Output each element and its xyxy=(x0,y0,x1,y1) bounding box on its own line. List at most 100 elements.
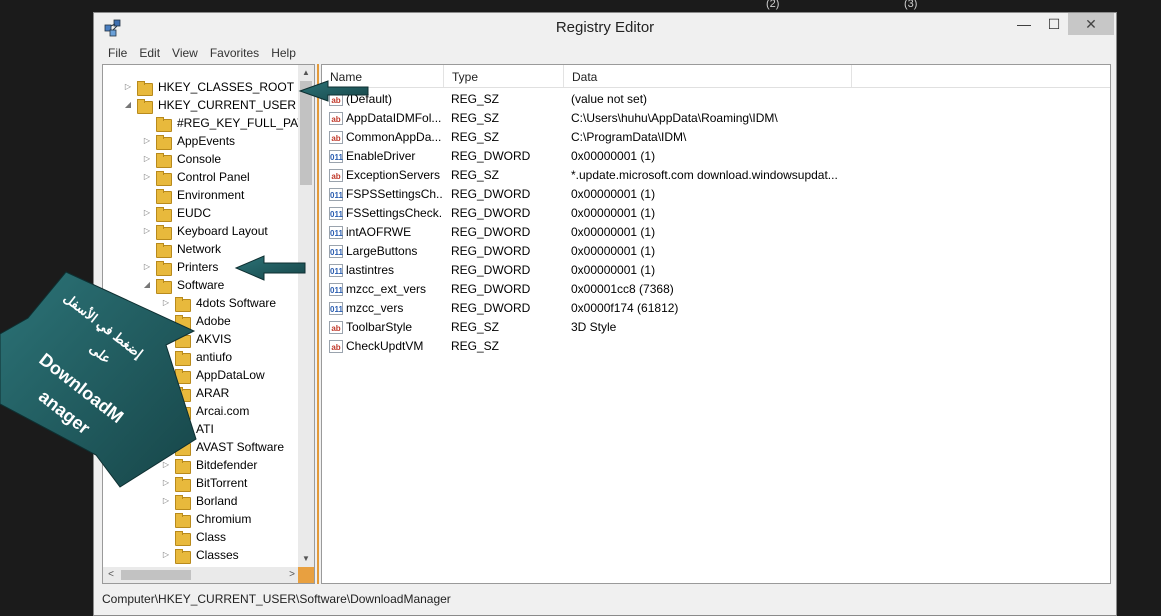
expander-icon[interactable]: ▷ xyxy=(161,420,171,438)
column-header-name[interactable]: Name xyxy=(322,65,444,87)
close-button[interactable]: ✕ xyxy=(1068,13,1114,35)
value-row[interactable]: 011 intAOFRWE REG_DWORD 0x00000001 (1) xyxy=(322,223,1110,242)
expander-icon[interactable]: ▷ xyxy=(161,294,171,312)
value-row[interactable]: 011 mzcc_ext_vers REG_DWORD 0x00001cc8 (736… xyxy=(322,280,1110,299)
expander-icon[interactable]: ▷ xyxy=(142,204,152,222)
tree-node[interactable]: ▷ ATI xyxy=(161,420,214,438)
value-row[interactable]: 011 EnableDriver REG_DWORD 0x00000001 (1) xyxy=(322,147,1110,166)
expander-icon[interactable]: ▷ xyxy=(161,366,171,384)
tree-node[interactable]: ▷ Keyboard Layout xyxy=(142,222,268,240)
tree-node[interactable]: ▷ EUDC xyxy=(142,204,211,222)
value-row[interactable]: 011 FSSettingsCheck... REG_DWORD 0x00000001… xyxy=(322,204,1110,223)
expander-icon[interactable]: ▷ xyxy=(161,474,171,492)
value-row[interactable]: ab (Default) REG_SZ (value not set) xyxy=(322,90,1110,109)
tree-node[interactable]: #REG_KEY_FULL_PATH xyxy=(142,114,300,132)
title-bar: Registry Editor — ☐ ✕ xyxy=(94,13,1116,43)
minimize-button[interactable]: — xyxy=(1012,13,1036,35)
tree-node[interactable]: ▷ Printers xyxy=(142,258,218,276)
tree-node[interactable]: Chromium xyxy=(161,510,251,528)
expander-icon[interactable]: ◢ xyxy=(142,276,152,294)
expander-icon[interactable]: ▷ xyxy=(161,492,171,510)
scroll-left-arrow-icon[interactable]: < xyxy=(103,567,119,583)
menu-edit[interactable]: Edit xyxy=(133,46,166,64)
tree-node[interactable]: ▷ 4dots Software xyxy=(161,294,276,312)
value-type: REG_SZ xyxy=(451,168,500,182)
tree-node[interactable]: ▷ AVAST Software xyxy=(161,438,284,456)
expander-icon[interactable]: ▷ xyxy=(161,330,171,348)
tree-node[interactable]: ▷ Bitdefender xyxy=(161,456,257,474)
folder-icon xyxy=(175,296,191,312)
tree-node[interactable]: Class xyxy=(161,528,226,546)
tree-node[interactable]: ▷ Borland xyxy=(161,492,237,510)
value-row[interactable]: ab CheckUpdtVM REG_SZ xyxy=(322,337,1110,356)
taskbar-count-3: (3) xyxy=(904,0,918,10)
tree-node[interactable]: ▷ Console xyxy=(142,150,221,168)
expander-icon[interactable]: ▷ xyxy=(142,258,152,276)
expander-icon[interactable]: ▷ xyxy=(161,546,171,564)
expander-icon[interactable]: ▷ xyxy=(161,384,171,402)
tree-node[interactable]: ▷ BitTorrent xyxy=(161,474,247,492)
expander-icon[interactable]: ▷ xyxy=(161,402,171,420)
values-list-pane: Name Type Data ab (Default) REG_SZ (value n… xyxy=(321,64,1111,584)
column-header-type[interactable]: Type xyxy=(444,65,564,87)
tree-node[interactable]: ▷ AppEvents xyxy=(142,132,235,150)
menu-file[interactable]: File xyxy=(102,46,133,64)
expander-icon[interactable]: ◢ xyxy=(123,96,133,114)
value-name: intAOFRWE xyxy=(346,225,412,239)
value-row[interactable]: 011 LargeButtons REG_DWORD 0x00000001 (1) xyxy=(322,242,1110,261)
tree-node[interactable]: ▷ HKEY_CLASSES_ROOT xyxy=(123,78,294,96)
tree-node[interactable]: ◢ HKEY_CURRENT_USER xyxy=(123,96,296,114)
menu-bar: File Edit View Favorites Help xyxy=(102,46,302,64)
list-header: Name Type Data xyxy=(322,65,1110,88)
expander-icon[interactable]: ▷ xyxy=(142,168,152,186)
expander-icon[interactable]: ▷ xyxy=(161,312,171,330)
expander-icon[interactable]: ▷ xyxy=(142,222,152,240)
expander-icon[interactable]: ▷ xyxy=(142,150,152,168)
folder-icon xyxy=(156,152,172,168)
tree-node[interactable]: ▷ AppDataLow xyxy=(161,366,265,384)
value-row[interactable]: 011 FSPSSettingsCh... REG_DWORD 0x00000001 … xyxy=(322,185,1110,204)
expander-icon[interactable]: ▷ xyxy=(161,456,171,474)
expander-icon[interactable]: ▷ xyxy=(123,78,133,96)
tree-node[interactable]: ▷ Classes xyxy=(161,546,239,564)
value-row[interactable]: ab ExceptionServers REG_SZ *.update.microso… xyxy=(322,166,1110,185)
tree-node[interactable]: Environment xyxy=(142,186,244,204)
value-row[interactable]: ab CommonAppDa... REG_SZ C:\ProgramData\IDM… xyxy=(322,128,1110,147)
folder-icon xyxy=(156,224,172,240)
value-name: EnableDriver xyxy=(346,149,416,163)
value-data: C:\ProgramData\IDM\ xyxy=(571,130,687,144)
binary-value-icon: 011 xyxy=(329,245,343,258)
tree-scroll-thumb[interactable] xyxy=(300,81,312,185)
maximize-button[interactable]: ☐ xyxy=(1042,13,1066,35)
value-data: 0x00000001 (1) xyxy=(571,263,656,277)
menu-help[interactable]: Help xyxy=(265,46,302,64)
expander-icon[interactable]: ▷ xyxy=(161,438,171,456)
value-type: REG_DWORD xyxy=(451,282,531,296)
tree-node[interactable]: Network xyxy=(142,240,221,258)
expander-icon[interactable]: ▷ xyxy=(142,132,152,150)
scroll-up-arrow-icon[interactable]: ▲ xyxy=(298,65,314,81)
column-header-data[interactable]: Data xyxy=(564,65,852,87)
tree-node-label: ATI xyxy=(196,422,214,436)
tree-node[interactable]: ▷ Control Panel xyxy=(142,168,250,186)
status-bar: Computer\HKEY_CURRENT_USER\Software\Down… xyxy=(102,588,1112,610)
value-row[interactable]: 011 mzcc_vers REG_DWORD 0x0000f174 (61812) xyxy=(322,299,1110,318)
value-row[interactable]: 011 lastintres REG_DWORD 0x00000001 (1) xyxy=(322,261,1110,280)
menu-favorites[interactable]: Favorites xyxy=(204,46,265,64)
scroll-down-arrow-icon[interactable]: ▼ xyxy=(298,551,314,567)
tree-node[interactable]: ▷ ARAR xyxy=(161,384,229,402)
tree-node[interactable]: ▷ AKVIS xyxy=(161,330,231,348)
tree-horizontal-scrollbar[interactable]: < > xyxy=(103,567,300,583)
menu-view[interactable]: View xyxy=(166,46,204,64)
tree-node[interactable]: ▷ Adobe xyxy=(161,312,231,330)
value-row[interactable]: ab AppDataIDMFol... REG_SZ C:\Users\huhu\Ap… xyxy=(322,109,1110,128)
tree-node[interactable]: ▷ Arcai.com xyxy=(161,402,249,420)
expander-icon[interactable]: ▷ xyxy=(161,348,171,366)
tree-hscroll-thumb[interactable] xyxy=(121,570,191,580)
tree-node[interactable]: ◢ Software xyxy=(142,276,224,294)
binary-value-icon: 011 xyxy=(329,150,343,163)
tree-node[interactable]: ▷ antiufo xyxy=(161,348,232,366)
tree-vertical-scrollbar[interactable]: ▲ ▼ xyxy=(298,65,314,567)
tree-node-label: ARAR xyxy=(196,386,230,400)
value-row[interactable]: ab ToolbarStyle REG_SZ 3D Style xyxy=(322,318,1110,337)
